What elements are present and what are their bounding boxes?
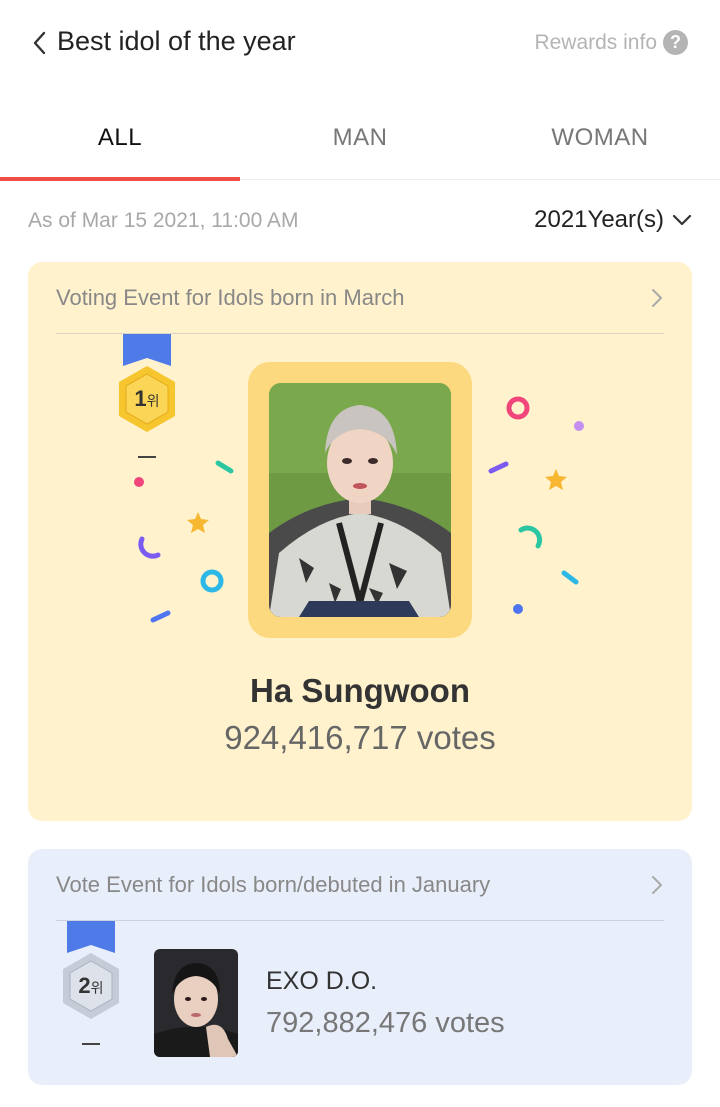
- tab-woman[interactable]: WOMAN: [480, 96, 720, 180]
- rank-suffix: 위: [146, 393, 160, 409]
- rank-number: 2위: [60, 973, 122, 999]
- event-card-header[interactable]: Voting Event for Idols born in March: [56, 262, 664, 334]
- question-icon: ?: [663, 30, 688, 55]
- event-card-january[interactable]: Vote Event for Idols born/debuted in Jan…: [28, 849, 692, 1085]
- chevron-right-icon: [652, 288, 662, 307]
- runner-up-photo-image: [154, 949, 238, 1057]
- rank-value: 1: [134, 386, 147, 411]
- event-card-header[interactable]: Vote Event for Idols born/debuted in Jan…: [56, 849, 664, 921]
- year-dropdown-value: 2021Year(s): [534, 206, 664, 233]
- runner-up-photo[interactable]: [154, 949, 238, 1057]
- winner-photo-image: [269, 383, 451, 617]
- back-chevron-icon[interactable]: [30, 30, 52, 56]
- header-bar: Best idol of the year Rewards info ?: [0, 0, 720, 86]
- runner-up-name: EXO D.O.: [266, 967, 378, 995]
- event-title: Voting Event for Idols born in March: [56, 284, 405, 310]
- rewards-info-link[interactable]: Rewards info ?: [534, 30, 688, 55]
- rewards-info-label: Rewards info: [534, 30, 657, 54]
- rank-number: 1위: [116, 386, 178, 412]
- rank-suffix: 위: [90, 980, 104, 996]
- as-of-timestamp: As of Mar 15 2021, 11:00 AM: [28, 209, 299, 232]
- winner-photo[interactable]: [269, 383, 451, 617]
- runner-up-votes: 792,882,476 votes: [266, 1007, 505, 1039]
- event-title: Vote Event for Idols born/debuted in Jan…: [56, 871, 491, 897]
- year-dropdown[interactable]: 2021Year(s): [534, 206, 692, 234]
- winner-votes: 924,416,717 votes: [224, 719, 496, 756]
- gender-tabs: ALL MAN WOMAN: [0, 96, 720, 181]
- winner-name: Ha Sungwoon: [250, 672, 470, 709]
- event-card-march[interactable]: Voting Event for Idols born in March 1위: [28, 262, 692, 821]
- tab-man[interactable]: MAN: [240, 96, 480, 180]
- chevron-right-icon: [652, 875, 662, 894]
- page-title: Best idol of the year: [57, 26, 296, 56]
- rank-change-dash: [82, 1043, 100, 1045]
- rank-2-medal: 2위: [60, 921, 122, 1051]
- rank-change-dash: [138, 456, 156, 458]
- chevron-down-icon: [672, 214, 692, 226]
- rank-value: 2: [78, 973, 91, 998]
- winner-photo-frame: [248, 362, 472, 638]
- tab-all[interactable]: ALL: [0, 96, 240, 181]
- rank-1-medal: 1위: [116, 334, 178, 464]
